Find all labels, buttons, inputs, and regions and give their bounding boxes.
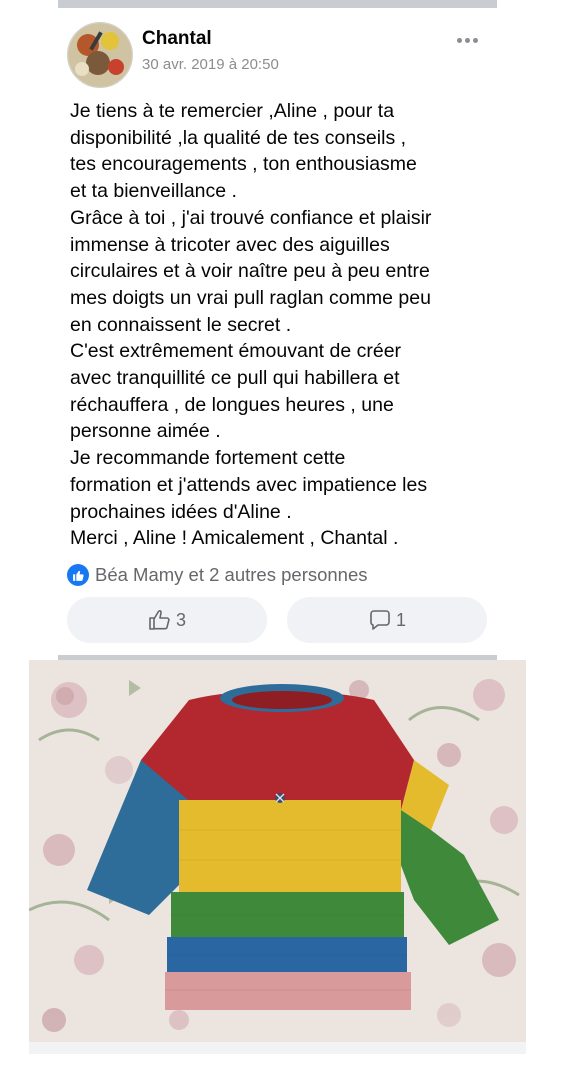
reactions-summary[interactable]: Béa Mamy et 2 autres personnes (67, 563, 368, 587)
post-text-line: Je recommande fortement cette (70, 447, 346, 470)
comment-bubble-icon (370, 610, 390, 630)
thumbs-up-icon (67, 564, 89, 586)
post-text-line: et ta bienveillance . (70, 180, 237, 203)
post-text-line: tes encouragements , ton enthousiasme (70, 153, 417, 176)
avatar[interactable] (67, 22, 133, 88)
thumbs-up-outline-icon (149, 610, 170, 630)
post-author[interactable]: Chantal (142, 28, 212, 50)
photo-bottom-strip (29, 1042, 526, 1054)
comment-count: 1 (395, 609, 406, 630)
post-text-line: avec tranquillité ce pull qui habillera … (70, 367, 400, 390)
post-text-line: personne aimée . (70, 420, 221, 443)
post-text-line: C'est extrêmement émouvant de créer (70, 340, 402, 363)
post-text-line: prochaines idées d'Aline . (70, 500, 292, 523)
post-photo[interactable] (29, 660, 526, 1042)
like-count: 3 (175, 609, 186, 630)
post-card: Chantal 30 avr. 2019 à 20:50 Je tiens à … (58, 8, 497, 658)
feed-separator-top (58, 0, 497, 8)
more-options-icon[interactable] (457, 30, 487, 50)
post-text-line: disponibilité ,la qualité de tes conseil… (70, 126, 407, 149)
post-text-line: immense à tricoter avec des aiguilles (70, 233, 390, 256)
like-button[interactable]: 3 (67, 597, 267, 643)
post-text-line: en connaissent le secret . (70, 313, 292, 336)
post-text-line: Je tiens à te remercier ,Aline , pour ta (70, 100, 395, 122)
post-text-line: réchauffera , de longues heures , une (70, 393, 394, 416)
post-text-line: circulaires et à voir naître peu à peu e… (70, 260, 430, 283)
post-timestamp[interactable]: 30 avr. 2019 à 20:50 (142, 56, 279, 73)
comment-button[interactable]: 1 (287, 597, 487, 643)
post-text-line: mes doigts un vrai pull raglan comme peu (70, 286, 431, 309)
post-text-line: Merci , Aline ! Amicalement , Chantal . (70, 527, 399, 550)
post-text: Je tiens à te remercier ,Aline , pour ta… (70, 98, 495, 552)
post-text-line: Grâce à toi , j'ai trouvé confiance et p… (70, 206, 432, 229)
post-text-line: formation et j'attends avec impatience l… (70, 473, 428, 496)
reactions-text: Béa Mamy et 2 autres personnes (95, 564, 368, 585)
